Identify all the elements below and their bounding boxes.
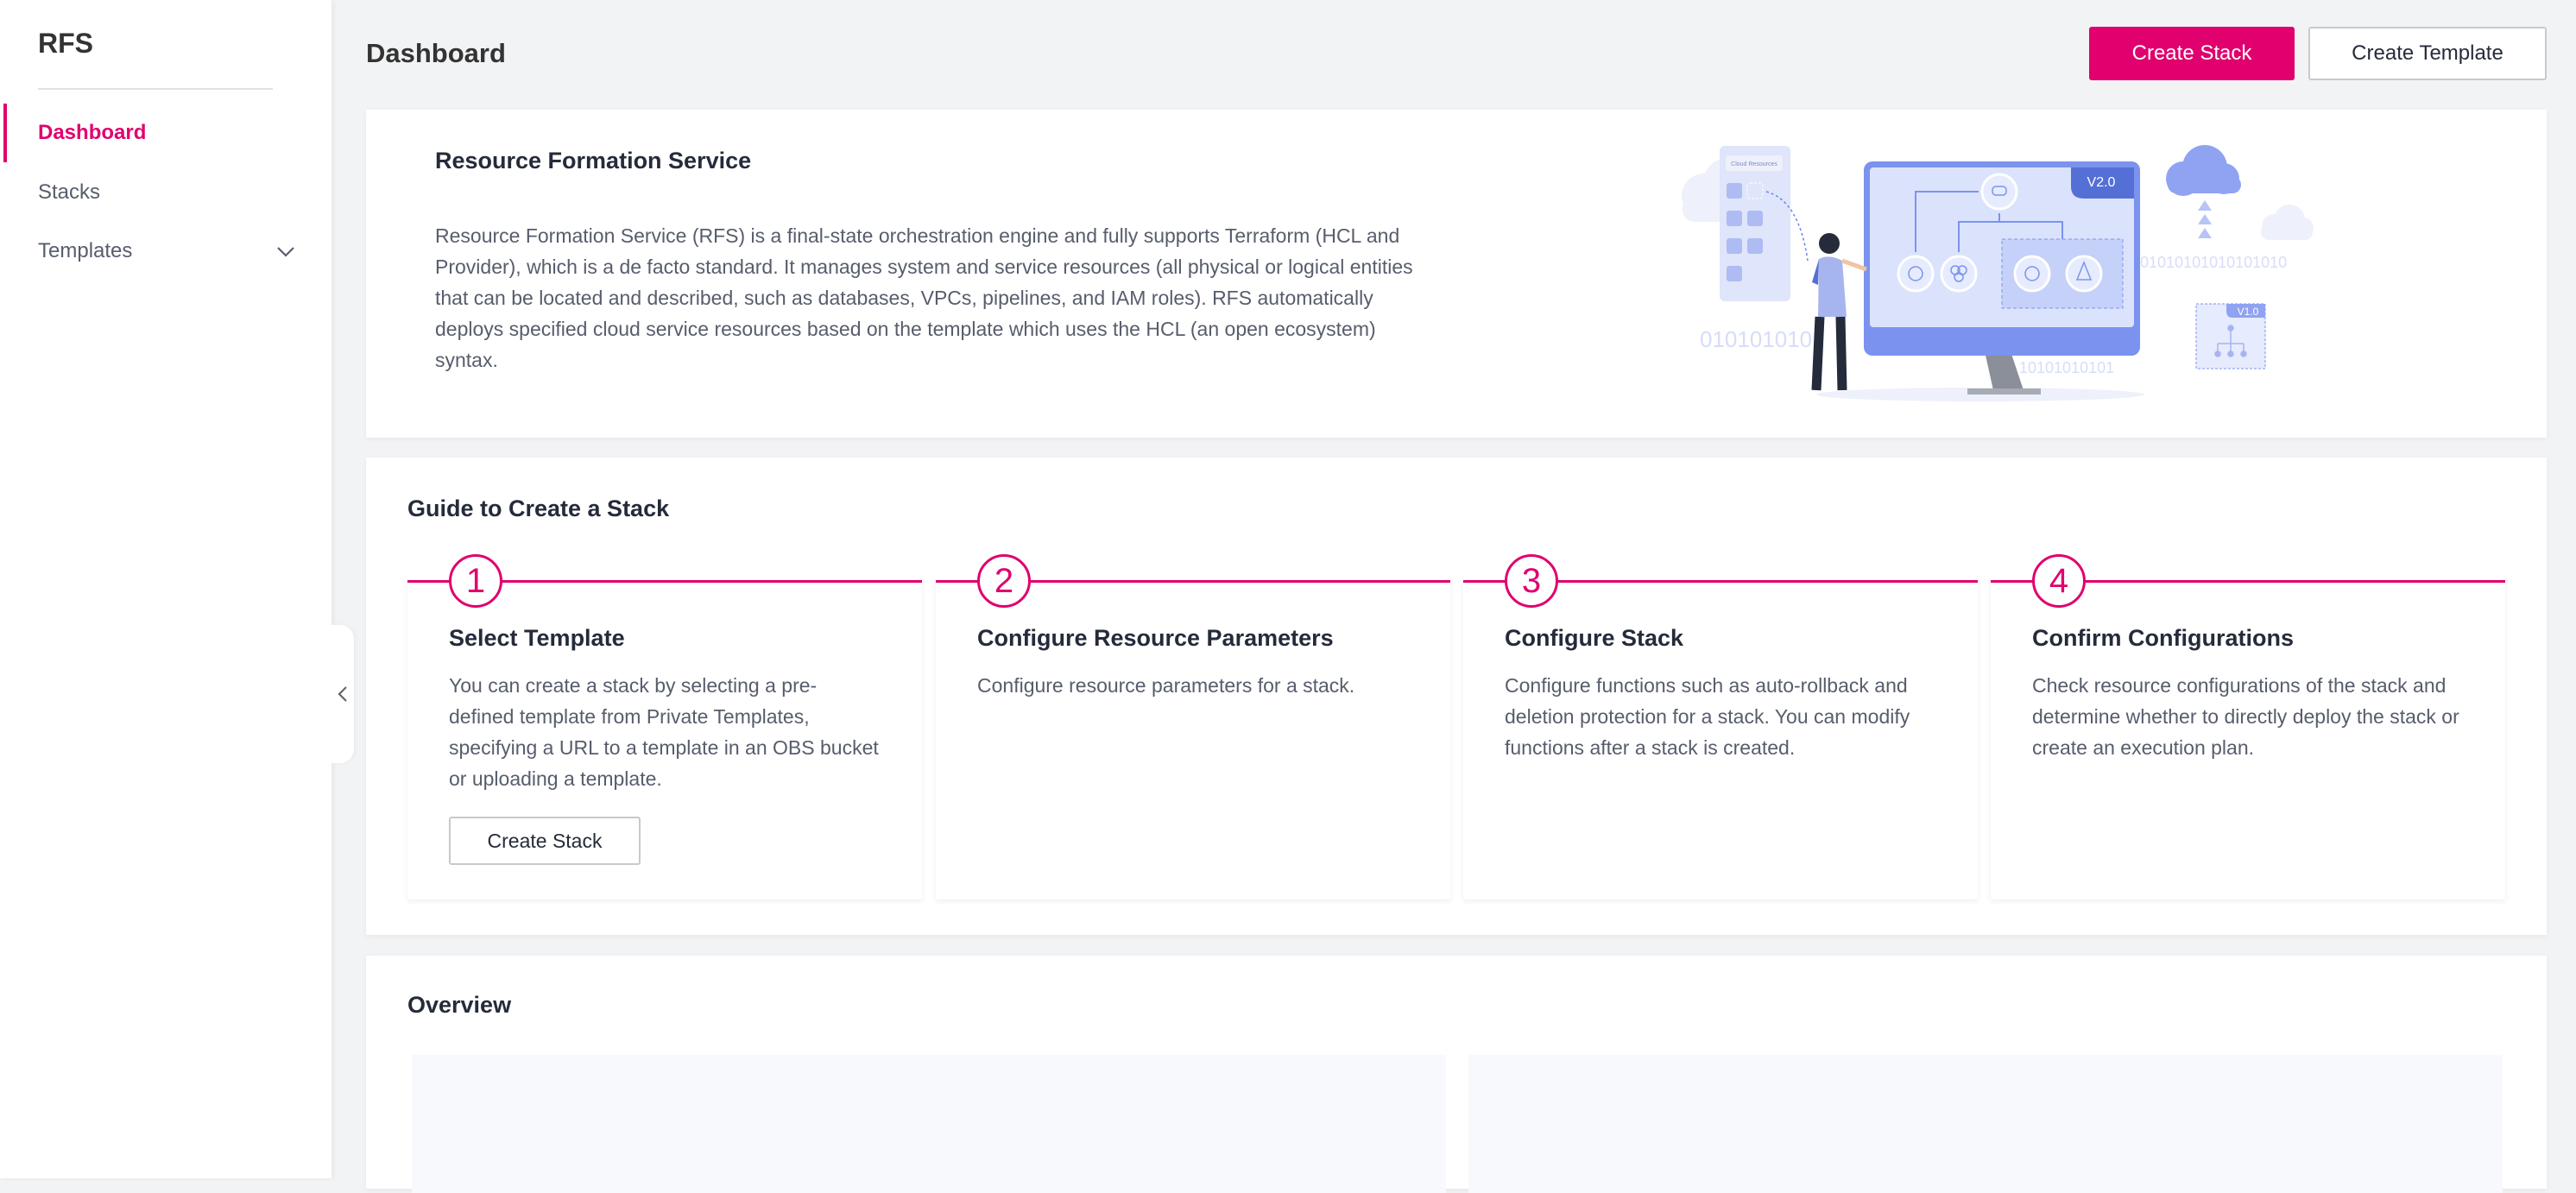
- svg-text:10101010101: 10101010101: [2019, 359, 2114, 376]
- step-card-4: 4 Confirm Configurations Check resource …: [1991, 554, 2505, 899]
- intro-card: Resource Formation Service Resource Form…: [366, 110, 2547, 438]
- svg-text:Cloud Resources: Cloud Resources: [1731, 161, 1777, 167]
- guide-card: Guide to Create a Stack 1 Select Templat…: [366, 458, 2547, 935]
- step-title: Select Template: [449, 625, 625, 651]
- page-title: Dashboard: [366, 38, 506, 68]
- chevron-down-icon: [277, 247, 294, 257]
- step-title: Configure Resource Parameters: [977, 625, 1334, 651]
- sidebar-item-label: Stacks: [38, 180, 101, 204]
- svg-text:V2.0: V2.0: [2087, 175, 2116, 190]
- brand-title: RFS: [38, 28, 93, 59]
- cloud-icon: [2166, 145, 2241, 196]
- sidebar-item-stacks[interactable]: Stacks: [0, 168, 331, 217]
- step-description: Configure resource parameters for a stac…: [977, 674, 1355, 697]
- sidebar-item-dashboard[interactable]: Dashboard: [0, 104, 331, 162]
- step-number: 1: [449, 554, 502, 608]
- brand-divider: [38, 88, 273, 90]
- step-number: 4: [2032, 554, 2086, 608]
- overview-panel-left: [412, 1055, 1446, 1193]
- step-description: Configure functions such as auto-rollbac…: [1505, 674, 1910, 759]
- chevron-left-icon: [338, 686, 347, 702]
- sidebar-item-label: Dashboard: [38, 121, 147, 144]
- create-template-button[interactable]: Create Template: [2308, 27, 2547, 80]
- overview-card: Overview: [366, 956, 2547, 1193]
- step-description: Check resource configurations of the sta…: [2032, 674, 2459, 759]
- overview-panel-right: [1468, 1055, 2503, 1193]
- arrow-up-icon: [2198, 200, 2212, 238]
- step-number: 3: [1505, 554, 1558, 608]
- sidebar-item-label: Templates: [38, 239, 133, 262]
- step-card-2: 2 Configure Resource Parameters Configur…: [936, 554, 1450, 899]
- intro-title: Resource Formation Service: [435, 148, 752, 174]
- sidebar: RFS Dashboard Stacks Templates: [0, 0, 331, 1178]
- step-card-3: 3 Configure Stack Configure functions su…: [1463, 554, 1978, 899]
- step-title: Confirm Configurations: [2032, 625, 2294, 651]
- guide-title: Guide to Create a Stack: [407, 496, 670, 521]
- step-card-1: 1 Select Template You can create a stack…: [407, 554, 922, 899]
- sidebar-collapse-button[interactable]: [331, 625, 354, 763]
- guide-create-stack-button[interactable]: Create Stack: [449, 817, 641, 865]
- sidebar-item-templates[interactable]: Templates: [0, 227, 331, 275]
- step-number: 2: [977, 554, 1031, 608]
- svg-text:V1.0: V1.0: [2238, 306, 2259, 318]
- step-title: Configure Stack: [1505, 625, 1684, 651]
- cloud-icon: [2261, 205, 2314, 240]
- svg-text:01010101010101010: 01010101010101010: [2140, 254, 2287, 271]
- step-description: You can create a stack by selecting a pr…: [449, 674, 879, 790]
- overview-title: Overview: [407, 992, 512, 1018]
- create-stack-button[interactable]: Create Stack: [2089, 27, 2295, 80]
- intro-description: Resource Formation Service (RFS) is a fi…: [435, 224, 1413, 371]
- svg-text:0101010101: 0101010101: [1700, 326, 1825, 352]
- rfs-illustration: Cloud Resources 0101010101 0101010101010…: [1682, 145, 2314, 401]
